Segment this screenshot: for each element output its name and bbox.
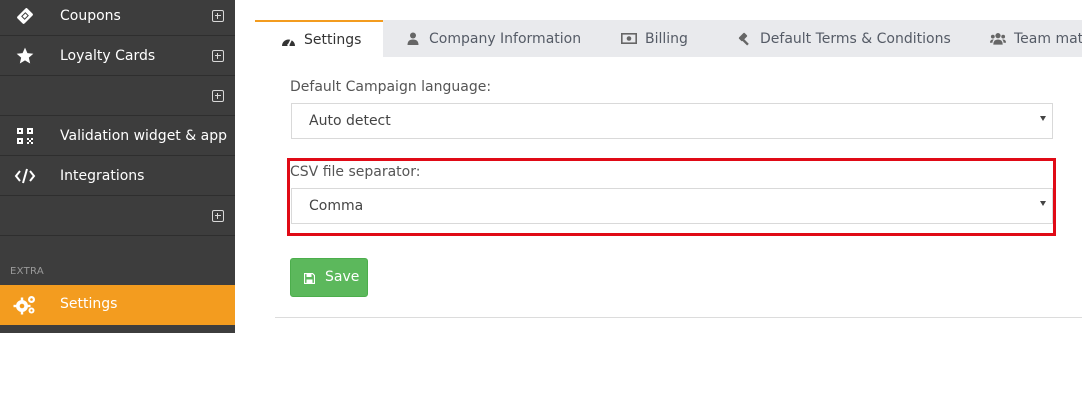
sidebar-item-empty[interactable]: [0, 76, 235, 116]
save-button[interactable]: Save: [290, 258, 368, 297]
campaign-language-select[interactable]: Auto detect: [291, 103, 1053, 139]
csv-separator-select[interactable]: Comma: [291, 188, 1053, 224]
select-value: Auto detect: [309, 113, 391, 129]
sidebar: Coupons Loyalty Cards Validation widget …: [0, 0, 235, 333]
settings-form: Default Campaign language: Auto detect C…: [255, 20, 1082, 333]
cogs-icon: [13, 294, 37, 316]
expand-icon[interactable]: [212, 49, 224, 62]
csv-separator-label: CSV file separator:: [290, 164, 421, 180]
sidebar-item-empty[interactable]: [0, 196, 235, 236]
sidebar-item-integrations[interactable]: Integrations: [0, 156, 235, 196]
select-value: Comma: [309, 198, 364, 214]
save-button-label: Save: [325, 269, 360, 285]
code-icon: [14, 165, 36, 187]
expand-icon[interactable]: [212, 9, 224, 22]
campaign-language-label: Default Campaign language:: [290, 79, 492, 95]
sidebar-item-label: Integrations: [60, 167, 145, 184]
sidebar-item-loyalty-cards[interactable]: Loyalty Cards: [0, 36, 235, 76]
sidebar-item-label: Loyalty Cards: [60, 47, 156, 64]
star-icon: [14, 45, 36, 67]
sidebar-item-settings[interactable]: Settings: [0, 285, 235, 325]
divider: [275, 317, 1082, 318]
expand-icon[interactable]: [212, 209, 224, 222]
sidebar-item-coupons[interactable]: Coupons: [0, 0, 235, 36]
caret-down-icon: [1040, 116, 1046, 121]
caret-down-icon: [1040, 201, 1046, 206]
sidebar-section-label: EXTRA: [10, 266, 44, 277]
sidebar-item-label: Validation widget & app: [60, 127, 227, 144]
sidebar-item-validation-widget[interactable]: Validation widget & app: [0, 116, 235, 156]
sidebar-item-label: Coupons: [60, 7, 121, 24]
qrcode-icon: [14, 125, 36, 147]
sidebar-item-label: Settings: [60, 296, 118, 312]
ticket-icon: [14, 5, 36, 27]
floppy-disk-icon: [303, 272, 316, 285]
expand-icon[interactable]: [212, 89, 224, 102]
